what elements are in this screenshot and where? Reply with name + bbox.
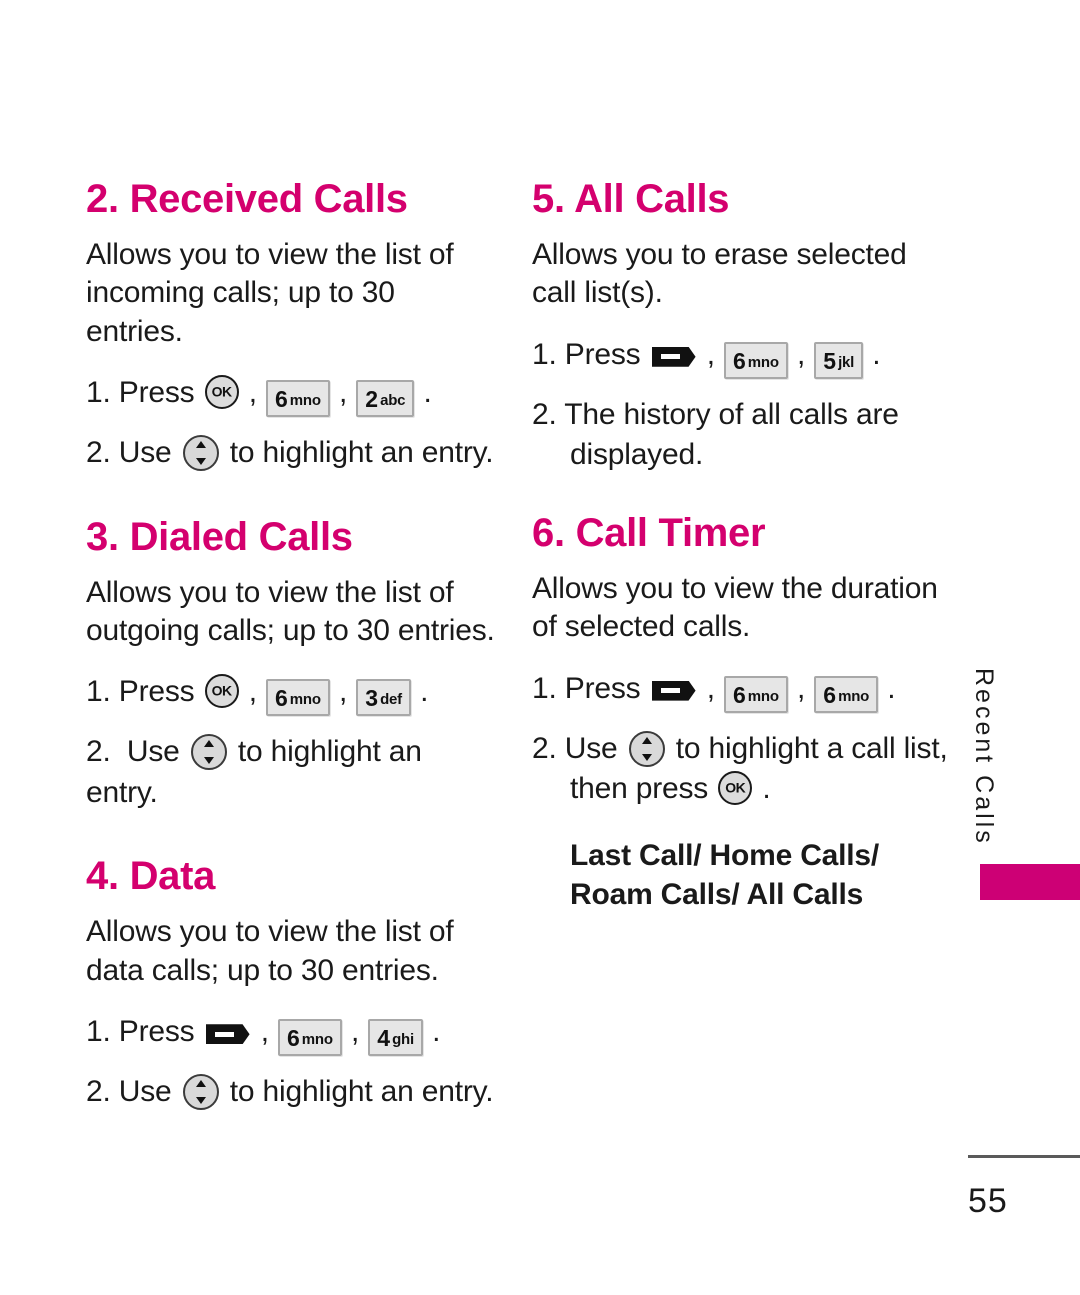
soft-key-icon bbox=[205, 1024, 250, 1045]
keypad-key-6: 6 mno bbox=[723, 341, 788, 379]
step-text-continued: displayed. bbox=[570, 438, 704, 472]
left-column: 2. Received Calls Allows you to view the… bbox=[86, 178, 498, 1129]
ok-key-icon bbox=[718, 771, 753, 806]
keypad-key-6: 6 mno bbox=[265, 380, 330, 418]
keypad-key-2: 2 abc bbox=[356, 380, 415, 418]
section-description: Allows you to view the list of data call… bbox=[86, 915, 454, 987]
step-press: 1. Press , 6 mno , 5 jkl . bbox=[532, 335, 950, 379]
ok-key-icon bbox=[204, 375, 239, 410]
step-use: 2. Use to highlight an entry. bbox=[86, 1072, 498, 1113]
section-heading: 4. Data bbox=[86, 854, 216, 899]
keypad-key-6-first: 6 mno bbox=[723, 675, 788, 713]
section-heading: 6. Call Timer bbox=[532, 510, 766, 555]
navigation-key-icon bbox=[182, 1074, 219, 1111]
step-label: 2. Use bbox=[532, 731, 626, 765]
step-text: to highlight a call list, bbox=[667, 731, 948, 765]
step-use: 2. Use to highlight an entry. bbox=[86, 732, 498, 813]
side-tab-band bbox=[980, 864, 1080, 900]
soft-key-icon bbox=[651, 680, 696, 701]
step-press: 1. Press , 6mno , 2abc . bbox=[86, 373, 498, 418]
step-text-continued: then press . bbox=[532, 769, 950, 810]
step-use: 2. Use to highlight a call list, then pr… bbox=[532, 729, 950, 810]
section-description: Allows you to view the list of incoming … bbox=[86, 238, 454, 348]
step-press: 1. Press , 6mno , 3def . bbox=[86, 672, 498, 717]
step-label: 1. Press bbox=[532, 671, 649, 705]
section-description: Allows you to erase selected call list(s… bbox=[532, 238, 907, 310]
step-label: 1. Press bbox=[86, 1015, 203, 1049]
step-use: 2. Use to highlight an entry. bbox=[86, 433, 498, 474]
keypad-key-4: 4 ghi bbox=[368, 1019, 423, 1057]
manual-page: 2. Received Calls Allows you to view the… bbox=[0, 0, 1080, 1295]
page-number: 55 bbox=[968, 1182, 1008, 1220]
soft-key-icon bbox=[651, 346, 696, 367]
step-history: 2. The history of all calls are displaye… bbox=[532, 395, 950, 476]
section-heading: 5. All Calls bbox=[532, 177, 730, 221]
section-description: Allows you to view the list of outgoing … bbox=[86, 575, 495, 648]
section-description: Allows you to view the duration of selec… bbox=[532, 571, 938, 644]
step-label: 2. Use bbox=[86, 1075, 180, 1109]
navigation-key-icon bbox=[182, 435, 219, 472]
footer-rule bbox=[968, 1155, 1080, 1158]
keypad-key-6: 6 mno bbox=[265, 679, 330, 717]
step-label: 2. Use bbox=[86, 436, 180, 470]
section-heading: 2. Received Calls bbox=[86, 177, 408, 221]
step-text: to highlight an entry. bbox=[221, 436, 494, 470]
navigation-key-icon bbox=[628, 730, 665, 767]
section-dialed-calls: 3. Dialed Calls Allows you to view the l… bbox=[86, 516, 498, 814]
ok-key-icon bbox=[204, 674, 239, 709]
keypad-key-6: 6 mno bbox=[277, 1019, 342, 1057]
section-heading: 3. Dialed Calls bbox=[86, 514, 353, 559]
section-all-calls: 5. All Calls Allows you to erase selecte… bbox=[532, 178, 950, 476]
step-label: 1. Press bbox=[532, 337, 649, 371]
step-label: 2. Use bbox=[86, 735, 188, 769]
keypad-key-6-second: 6 mno bbox=[814, 675, 879, 713]
step-label: 1. Press bbox=[86, 376, 203, 410]
section-received-calls: 2. Received Calls Allows you to view the… bbox=[86, 178, 498, 474]
step-text: 2. The history of all calls are bbox=[532, 397, 899, 431]
section-data: 4. Data Allows you to view the list of d… bbox=[86, 855, 498, 1112]
side-tab-label: Recent Calls bbox=[970, 668, 998, 846]
keypad-key-3: 3 def bbox=[356, 679, 411, 717]
step-label: 1. Press bbox=[86, 675, 203, 709]
navigation-key-icon bbox=[190, 734, 227, 771]
step-press: 1. Press , 6 mno , 6 mno . bbox=[532, 669, 950, 713]
keypad-key-5: 5 jkl bbox=[814, 341, 864, 379]
step-press: 1. Press , 6 mno , 4 ghi . bbox=[86, 1012, 498, 1057]
call-timer-options: Last Call/ Home Calls/ Roam Calls/ All C… bbox=[570, 838, 880, 911]
section-call-timer: 6. Call Timer Allows you to view the dur… bbox=[532, 512, 950, 914]
step-text: to highlight an entry. bbox=[221, 1075, 494, 1109]
right-column: 5. All Calls Allows you to erase selecte… bbox=[532, 178, 950, 914]
